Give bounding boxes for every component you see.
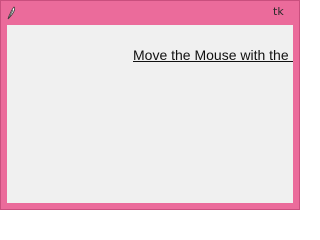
title-bar[interactable]: tk — [1, 1, 299, 25]
client-area: Move the Mouse with the L — [7, 25, 293, 203]
instruction-label: Move the Mouse with the L — [133, 47, 293, 63]
feather-icon[interactable] — [7, 6, 17, 20]
app-window: tk Move the Mouse with the L — [0, 0, 300, 210]
window-title: tk — [273, 5, 284, 18]
